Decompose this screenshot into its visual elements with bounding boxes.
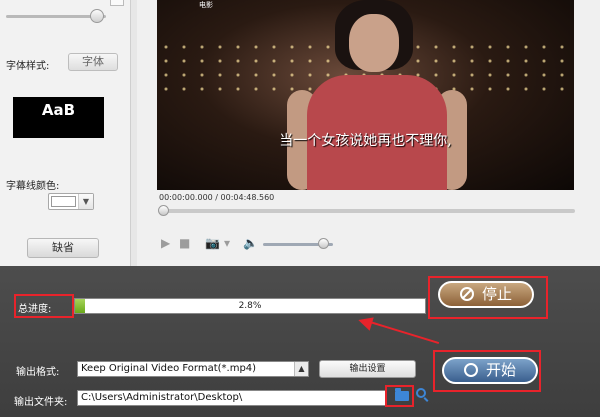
camera-icon[interactable]: 📷 bbox=[205, 236, 220, 250]
position-slider-row bbox=[0, 0, 131, 30]
seek-thumb[interactable] bbox=[158, 205, 169, 216]
seek-bar[interactable] bbox=[159, 209, 575, 213]
video-subtitle: 当一个女孩说她再也不理你, bbox=[279, 133, 452, 149]
progress-bar: 2.8% bbox=[74, 298, 426, 314]
position-slider-thumb[interactable] bbox=[90, 9, 104, 23]
timecode: 00:00:00.000 / 00:04:48.560 bbox=[159, 193, 275, 202]
subtitle-settings-panel: 字体样式: 字体 AaB 字幕线颜色: ▼ 缺省 bbox=[0, 0, 131, 266]
volume-icon[interactable]: 🔈 bbox=[243, 236, 258, 250]
search-icon[interactable] bbox=[416, 388, 426, 398]
subtitle-color-label: 字幕线颜色: bbox=[6, 181, 60, 192]
output-folder-input[interactable]: C:\Users\Administrator\Desktop\ bbox=[77, 390, 387, 406]
stop-icon[interactable]: ■ bbox=[179, 236, 190, 250]
subtitle-color-select[interactable]: ▼ bbox=[48, 193, 94, 210]
main-top-area: 字体样式: 字体 AaB 字幕线颜色: ▼ 缺省 电影 当一个女孩说她再也不理你… bbox=[0, 0, 600, 266]
annotation-box-folder bbox=[385, 385, 414, 407]
player-panel: 电影 当一个女孩说她再也不理你, 00:00:00.000 / 00:04:48… bbox=[137, 0, 600, 266]
output-format-select[interactable]: Keep Original Video Format(*.mp4) ▲ bbox=[77, 361, 309, 377]
chevron-down-icon[interactable]: ▼ bbox=[78, 194, 93, 209]
output-folder-label: 输出文件夹: bbox=[14, 397, 68, 408]
volume-thumb[interactable] bbox=[317, 238, 329, 249]
video-watermark: 电影 bbox=[199, 1, 213, 9]
default-button[interactable]: 缺省 bbox=[27, 238, 99, 258]
font-button[interactable]: 字体 bbox=[68, 53, 118, 71]
mini-dropdown[interactable] bbox=[110, 0, 124, 6]
progress-percent: 2.8% bbox=[238, 301, 262, 311]
video-preview[interactable]: 电影 当一个女孩说她再也不理你, bbox=[157, 0, 574, 190]
annotation-box-stop bbox=[428, 276, 548, 319]
annotation-box-start bbox=[433, 350, 541, 392]
output-settings-button[interactable]: 输出设置 bbox=[319, 360, 416, 378]
output-format-label: 输出格式: bbox=[16, 367, 60, 378]
chevron-up-icon[interactable]: ▲ bbox=[294, 362, 308, 376]
output-format-value: Keep Original Video Format(*.mp4) bbox=[81, 363, 257, 374]
font-style-label: 字体样式: bbox=[6, 61, 50, 72]
annotation-box-progress-label bbox=[14, 294, 74, 318]
chevron-down-icon[interactable]: ▾ bbox=[224, 236, 230, 250]
font-preview: AaB bbox=[13, 97, 104, 138]
play-icon[interactable]: ▶ bbox=[161, 236, 170, 250]
video-figure bbox=[349, 14, 399, 72]
color-swatch bbox=[51, 196, 76, 207]
